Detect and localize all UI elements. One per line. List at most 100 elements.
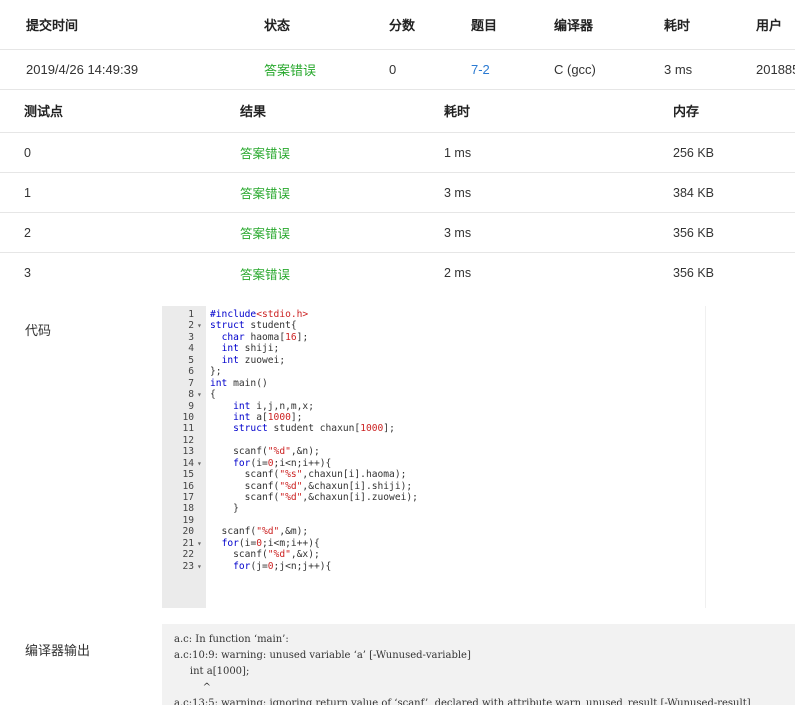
code-text: for(j=0;j<n;j++){ (233, 560, 332, 572)
compiler-output-line: int a[1000]; (174, 666, 250, 677)
line-number: 14 (182, 457, 194, 469)
header-submit-time: 提交时间 (26, 18, 79, 33)
code-text: int shiji; (221, 343, 280, 355)
line-number: 13 (182, 446, 194, 458)
code-line: 6}; (162, 366, 705, 377)
code-text: for(i=0;i<m;i++){ (221, 537, 320, 549)
table-row: 2 答案错误 3 ms 356 KB (0, 213, 795, 253)
code-text: char haoma[16]; (221, 331, 309, 343)
line-number: 10 (182, 411, 194, 423)
code-label: 代码 (25, 323, 52, 338)
code-text: scanf("%d",&x); (210, 549, 320, 561)
header-score: 分数 (389, 18, 416, 33)
status-badge: 答案错误 (264, 63, 317, 78)
test-memory: 384 KB (673, 185, 715, 200)
code-line: 12 (162, 435, 705, 446)
line-number: 16 (182, 480, 194, 492)
line-number: 18 (182, 503, 194, 515)
compiler-output-line: a.c:10:9: warning: unused variable ‘a’ [… (174, 650, 471, 661)
line-number: 17 (182, 492, 194, 503)
code-line: 10 int a[1000]; (162, 412, 705, 423)
compiler-output-line: a.c:13:5: warning: ignoring return value… (174, 698, 751, 705)
header-test-duration: 耗时 (444, 104, 471, 119)
test-duration: 2 ms (444, 266, 472, 280)
code-text: scanf("%d",&chaxun[i].shiji); (210, 480, 413, 492)
test-result: 答案错误 (240, 227, 291, 241)
test-point-id: 3 (24, 266, 31, 280)
code-line: 11 struct student chaxun[1000]; (162, 423, 705, 434)
code-text: int zuowei; (221, 354, 286, 366)
test-duration: 3 ms (444, 225, 472, 240)
line-number: 5 (188, 354, 194, 366)
code-line: 1 #include<stdio.h> (162, 309, 705, 320)
code-line: 18 } (162, 503, 705, 514)
line-number: 8 (188, 389, 194, 401)
test-duration: 3 ms (444, 185, 472, 200)
submit-time: 2019/4/26 14:49:39 (26, 62, 139, 77)
header-problem: 题目 (471, 18, 498, 33)
code-text: scanf("%d",&m); (210, 526, 309, 538)
fold-toggle-icon[interactable]: ▾ (197, 458, 202, 469)
compiler-output-label: 编译器输出 (25, 643, 91, 658)
code-line: 5 int zuowei; (162, 355, 705, 366)
code-line: 14 ▾ for(i=0;i<n;i++){ (162, 458, 705, 469)
code-line: 20 scanf("%d",&m); (162, 526, 705, 537)
line-number: 21 (182, 537, 194, 549)
code-line: 15 scanf("%s",chaxun[i].haoma); (162, 469, 705, 480)
code-text: { (210, 389, 216, 401)
fold-toggle-icon[interactable]: ▾ (197, 561, 202, 572)
line-number: 9 (188, 400, 194, 412)
submission-header-row: 提交时间 状态 分数 题目 编译器 耗时 用户 (0, 0, 795, 50)
test-memory: 356 KB (673, 225, 715, 240)
test-point-id: 2 (24, 225, 31, 240)
line-number: 11 (182, 423, 194, 435)
line-number: 1 (188, 309, 194, 320)
header-user: 用户 (756, 18, 783, 33)
code-line: 21 ▾ for(i=0;i<m;i++){ (162, 538, 705, 549)
code-text: struct student{ (210, 320, 297, 332)
test-points-table: 测试点 结果 耗时 内存 0 答案错误 1 ms 256 KB 1 答案错误 3… (0, 89, 795, 293)
test-memory: 256 KB (673, 145, 715, 160)
line-number: 19 (182, 514, 194, 526)
line-number: 4 (188, 343, 194, 355)
code-text: int main() (210, 377, 268, 389)
code-editor[interactable]: 1 #include<stdio.h> 2 ▾ struct student{3 cha… (162, 306, 706, 608)
compiler-value: C (gcc) (554, 62, 596, 77)
code-line: 9 int i,j,n,m,x; (162, 401, 705, 412)
code-text: for(i=0;i<n;i++){ (233, 457, 332, 469)
code-lines: 1 #include<stdio.h> 2 ▾ struct student{3 cha… (162, 309, 705, 572)
code-line: 16 scanf("%d",&chaxun[i].shiji); (162, 481, 705, 492)
compiler-output-line: a.c: In function ‘main’: (174, 634, 289, 645)
code-text: int i,j,n,m,x; (233, 400, 314, 412)
header-compiler: 编译器 (554, 18, 594, 33)
table-row: 0 答案错误 1 ms 256 KB (0, 133, 795, 173)
code-text: }; (210, 366, 222, 378)
test-result: 答案错误 (240, 267, 291, 282)
fold-toggle-icon[interactable]: ▾ (197, 538, 202, 549)
problem-link[interactable]: 7-2 (471, 50, 531, 89)
code-line: 17 scanf("%d",&chaxun[i].zuowei); (162, 492, 705, 503)
code-text: int a[1000]; (233, 411, 303, 423)
line-number: 23 (182, 560, 194, 572)
code-line: 2 ▾ struct student{ (162, 320, 705, 331)
submission-row: 2019/4/26 14:49:39 答案错误 0 7-2 C (gcc) 3 … (0, 50, 795, 90)
test-point-id: 1 (24, 185, 31, 200)
test-duration: 1 ms (444, 145, 472, 160)
table-row: 3 答案错误 2 ms 356 KB (0, 253, 795, 293)
code-text: #include<stdio.h> (210, 309, 309, 320)
code-text: scanf("%d",&n); (210, 446, 320, 458)
duration-value: 3 ms (664, 62, 693, 77)
code-text: scanf("%s",chaxun[i].haoma); (210, 469, 407, 481)
line-number: 3 (188, 331, 194, 343)
code-text: } (210, 503, 239, 515)
line-number: 12 (182, 434, 194, 446)
user-link[interactable]: 201885 (756, 50, 795, 89)
test-point-id: 0 (24, 145, 31, 160)
line-number: 6 (188, 366, 194, 378)
fold-toggle-icon[interactable]: ▾ (197, 320, 202, 331)
test-memory: 356 KB (673, 266, 715, 280)
compiler-output-box[interactable]: a.c: In function ‘main’: a.c:10:9: warni… (162, 624, 795, 705)
line-number: 15 (182, 469, 194, 481)
code-line: 22 scanf("%d",&x); (162, 549, 705, 560)
fold-toggle-icon[interactable]: ▾ (197, 389, 202, 400)
